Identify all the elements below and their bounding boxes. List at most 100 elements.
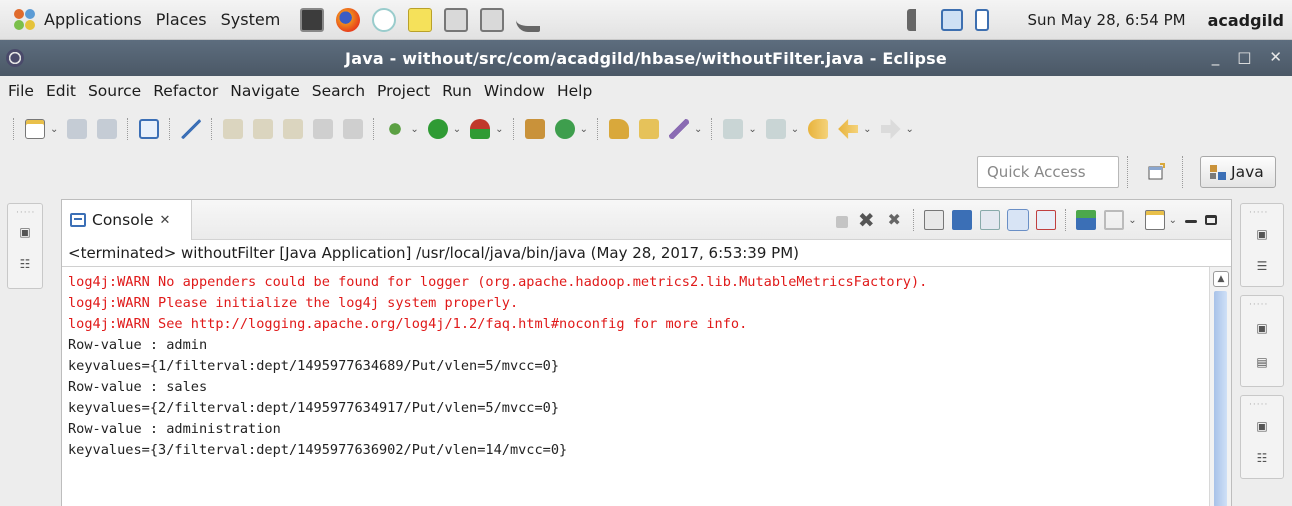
open-type-icon[interactable] — [608, 119, 629, 139]
menu-source[interactable]: Source — [88, 82, 141, 100]
dolphin-icon[interactable] — [516, 8, 541, 32]
terminal-icon[interactable] — [300, 7, 325, 32]
battery-icon[interactable] — [975, 9, 990, 31]
back-dropdown-icon[interactable]: ⌄ — [863, 124, 871, 135]
menu-search[interactable]: Search — [312, 82, 365, 100]
last-edit-location-icon[interactable] — [808, 119, 829, 139]
scroll-thumb[interactable] — [1214, 291, 1227, 506]
pin-console-icon[interactable] — [1076, 210, 1097, 230]
close-tab-icon[interactable]: ✕ — [160, 213, 171, 228]
menu-help[interactable]: Help — [557, 82, 592, 100]
clear-console-icon[interactable] — [924, 210, 945, 230]
show-whitespace-icon[interactable] — [313, 119, 334, 139]
run-icon[interactable] — [427, 119, 448, 139]
terminate-icon[interactable] — [836, 216, 849, 228]
search-pencil-icon[interactable] — [668, 119, 689, 139]
menu-file[interactable]: File — [8, 82, 34, 100]
new-java-package-icon[interactable] — [524, 119, 545, 139]
volume-icon[interactable] — [907, 9, 930, 31]
save-icon[interactable] — [67, 119, 88, 139]
java-perspective-button[interactable]: Java — [1200, 156, 1276, 188]
restore-icon[interactable]: ▣ — [1254, 320, 1270, 336]
scroll-lock-icon[interactable] — [952, 210, 973, 230]
maximize-button[interactable]: □ — [1237, 48, 1251, 66]
menu-window[interactable]: Window — [484, 82, 545, 100]
block-selection-icon[interactable] — [283, 119, 304, 139]
mark-occurrences-icon[interactable] — [223, 119, 244, 139]
maximize-view-icon[interactable] — [1205, 215, 1217, 225]
new-class-dropdown-icon[interactable]: ⌄ — [580, 124, 588, 135]
menu-run[interactable]: Run — [442, 82, 472, 100]
applications-icon[interactable] — [14, 8, 36, 31]
screenshot-icon[interactable] — [444, 7, 469, 32]
show-on-stdout-icon[interactable] — [1007, 209, 1030, 231]
search-dropdown-icon[interactable]: ⌄ — [694, 124, 702, 135]
tab-console[interactable]: Console ✕ — [62, 200, 192, 240]
camera-icon[interactable] — [480, 7, 505, 32]
console-output[interactable]: log4j:WARN No appenders could be found f… — [68, 272, 927, 461]
trim-grip[interactable]: ····· — [1249, 208, 1268, 218]
scroll-up-icon[interactable]: ▲ — [1213, 271, 1229, 287]
panel-menu-applications[interactable]: Applications — [44, 10, 142, 29]
hierarchy-icon[interactable]: ☷ — [1254, 450, 1270, 466]
previous-annotation-icon[interactable] — [765, 119, 786, 139]
vertical-scrollbar[interactable]: ▲ — [1209, 267, 1231, 506]
display-console-icon[interactable] — [1104, 210, 1125, 230]
clock[interactable]: Sun May 28, 6:54 PM — [1027, 11, 1185, 29]
external-tools-dropdown-icon[interactable]: ⌄ — [495, 124, 503, 135]
close-button[interactable]: ✕ — [1269, 48, 1282, 66]
previous-annotation-dropdown-icon[interactable]: ⌄ — [791, 124, 799, 135]
window-titlebar[interactable]: Java - without/src/com/acadgild/hbase/wi… — [0, 40, 1292, 76]
display-console-dropdown-icon[interactable]: ⌄ — [1128, 215, 1136, 226]
show-on-stderr-icon[interactable] — [1036, 210, 1057, 230]
restore-icon[interactable]: ▣ — [17, 224, 33, 240]
debug-dropdown-icon[interactable]: ⌄ — [410, 124, 418, 135]
back-icon[interactable] — [838, 119, 859, 139]
toggle-breadcrumb-icon[interactable] — [181, 119, 202, 139]
panel-menu-system[interactable]: System — [221, 10, 281, 29]
open-console-dropdown-icon[interactable]: ⌄ — [1169, 215, 1177, 226]
remove-launch-icon[interactable]: ✖ — [856, 210, 876, 230]
external-tools-icon[interactable] — [470, 119, 491, 139]
outline-icon[interactable]: ☷ — [17, 256, 33, 272]
open-console-icon[interactable] — [1144, 210, 1165, 230]
restore-icon[interactable]: ▣ — [1254, 226, 1270, 242]
save-all-icon[interactable] — [97, 119, 118, 139]
network-icon[interactable] — [941, 9, 964, 31]
restore-icon[interactable]: ▣ — [1254, 418, 1270, 434]
trim-grip[interactable]: ····· — [16, 208, 35, 218]
user-name[interactable]: acadgild — [1208, 11, 1284, 30]
paragraph-icon[interactable] — [343, 119, 364, 139]
trim-grip[interactable]: ····· — [1249, 400, 1268, 410]
text-editor-icon[interactable] — [408, 7, 433, 32]
highlight-icon[interactable] — [253, 119, 274, 139]
outline-view-icon[interactable]: ▤ — [1254, 354, 1270, 370]
next-annotation-dropdown-icon[interactable]: ⌄ — [748, 124, 756, 135]
new-dropdown-icon[interactable]: ⌄ — [50, 124, 58, 135]
next-annotation-icon[interactable] — [723, 119, 744, 139]
firefox-icon[interactable] — [336, 7, 361, 32]
forward-icon[interactable] — [880, 119, 901, 139]
right-trim-stack-1: ····· ▣ ☰ — [1240, 203, 1284, 287]
quick-access-input[interactable]: Quick Access — [977, 156, 1119, 188]
forward-dropdown-icon[interactable]: ⌄ — [906, 124, 914, 135]
minimize-view-icon[interactable] — [1185, 219, 1197, 223]
run-dropdown-icon[interactable]: ⌄ — [453, 124, 461, 135]
new-java-class-icon[interactable] — [554, 119, 575, 139]
remove-all-terminated-icon[interactable]: ✖ — [884, 210, 904, 230]
minimize-button[interactable]: _ — [1212, 48, 1220, 66]
task-list-icon[interactable]: ☰ — [1254, 258, 1270, 274]
open-task-icon[interactable] — [638, 119, 659, 139]
word-wrap-icon[interactable] — [980, 210, 1001, 230]
new-icon[interactable] — [25, 119, 45, 139]
trim-grip[interactable]: ····· — [1249, 300, 1268, 310]
open-perspective-icon[interactable] — [1146, 162, 1168, 184]
panel-menu-places[interactable]: Places — [156, 10, 207, 29]
help-icon[interactable] — [372, 7, 397, 32]
menu-navigate[interactable]: Navigate — [230, 82, 300, 100]
menu-edit[interactable]: Edit — [46, 82, 76, 100]
debug-icon[interactable] — [385, 119, 406, 139]
menu-project[interactable]: Project — [377, 82, 430, 100]
menu-refactor[interactable]: Refactor — [153, 82, 218, 100]
open-console-icon[interactable] — [139, 119, 160, 139]
